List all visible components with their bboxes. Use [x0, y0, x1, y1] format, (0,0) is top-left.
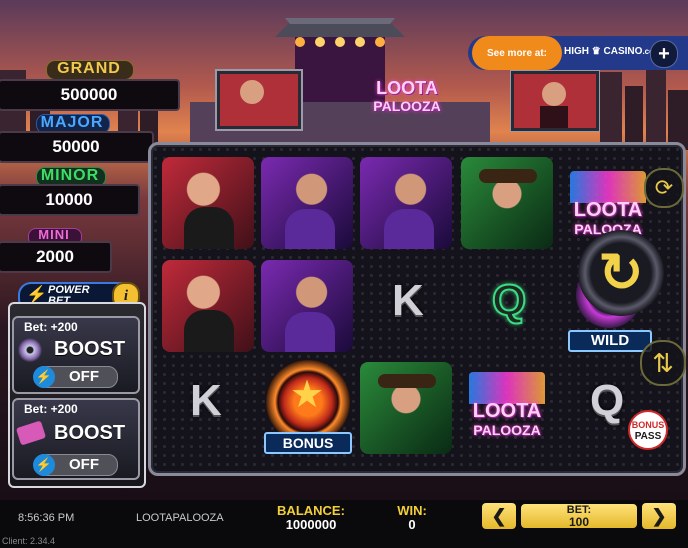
win-value: 0: [408, 517, 416, 532]
boost-state-2: OFF: [69, 456, 99, 473]
bet-value: 100: [568, 515, 590, 529]
star-icon: ★: [290, 374, 325, 416]
clock: 8:56:36 PM: [18, 512, 75, 524]
symbol-dj: [261, 157, 353, 249]
brand-high: HIGH: [564, 46, 589, 57]
symbol-k: K: [392, 276, 424, 325]
chevron-right-icon: ❯: [651, 505, 667, 526]
balance-value: 1000000: [285, 517, 337, 532]
mini-value: 2000: [0, 241, 112, 273]
spin-button[interactable]: ↻: [578, 230, 664, 316]
promo-banner[interactable]: See more at: HIGH ♛ CASINO.com +: [468, 36, 688, 70]
see-more-label: See more at:: [486, 47, 548, 59]
boost-toggle-1[interactable]: ⚡ OFF: [33, 366, 118, 388]
boost-bet-1: Bet: +200: [24, 320, 78, 334]
chevron-left-icon: ❮: [491, 505, 507, 526]
wild-label: WILD: [568, 330, 652, 352]
game-name: LOOTAPALOOZA: [136, 512, 224, 524]
major-value: 50000: [0, 131, 154, 163]
boost-card-1[interactable]: Bet: +200 BOOST ⚡ OFF: [12, 316, 140, 394]
client-version: Client: 2.34.4: [2, 536, 56, 546]
boost-toggle-2[interactable]: ⚡ OFF: [33, 454, 118, 476]
ticket-icon: [15, 420, 47, 446]
symbol-k: K: [190, 376, 222, 425]
grand-value: 500000: [0, 79, 180, 111]
symbol-q: Q: [491, 275, 527, 326]
mini-label: MINI: [38, 227, 70, 242]
bonus-label: BONUS: [264, 432, 352, 454]
toggle-bolt-icon: ⚡: [33, 454, 55, 476]
grand-label: GRAND: [57, 60, 121, 77]
minor-value: 10000: [0, 184, 140, 216]
bet-decrease-button[interactable]: ❮: [482, 503, 516, 529]
major-label: MAJOR: [40, 114, 104, 131]
add-button[interactable]: +: [650, 40, 678, 68]
stage-screen-right: [510, 70, 600, 132]
autoplay-button[interactable]: ⟳: [644, 168, 684, 208]
boost-label-1: BOOST: [54, 338, 126, 360]
symbol-lootapalooza-logo: LOOTA PALOOZA: [461, 362, 553, 454]
boost-card-2[interactable]: Bet: +200 BOOST ⚡ OFF: [12, 398, 140, 480]
win-label: WIN:: [397, 503, 427, 518]
brand-casino: CASINO: [603, 46, 643, 57]
bet-display: BET: 100: [521, 504, 637, 529]
symbol-cowgirl: [461, 157, 553, 249]
symbol-cowgirl: [360, 362, 452, 454]
minor-label: MINOR: [40, 167, 100, 184]
symbol-singer: [162, 260, 254, 352]
symbol-dj: [360, 157, 452, 249]
disc-icon: [18, 338, 42, 362]
bonus-pass-badge[interactable]: BONUS PASS: [628, 410, 668, 450]
boost-bet-2: Bet: +200: [24, 402, 78, 416]
crown-icon: ♛: [591, 46, 601, 57]
turbo-icon: ⇅: [652, 347, 674, 378]
bet-increase-button[interactable]: ❯: [642, 503, 676, 529]
toggle-bolt-icon: ⚡: [33, 366, 55, 388]
symbol-q: Q: [590, 376, 625, 425]
balance-label: BALANCE:: [277, 503, 345, 518]
plus-icon: +: [658, 43, 670, 65]
game-logo: LOOTA PALOOZA: [373, 78, 441, 114]
boost-label-2: BOOST: [54, 422, 126, 444]
symbol-bonus: ★ BONUS: [262, 360, 354, 454]
turbo-button[interactable]: ⇅: [640, 340, 686, 386]
boost-state-1: OFF: [69, 368, 99, 385]
symbol-dj: [261, 260, 353, 352]
spin-icon: ↻: [598, 243, 644, 303]
autoplay-icon: ⟳: [654, 175, 674, 200]
symbol-singer: [162, 157, 254, 249]
